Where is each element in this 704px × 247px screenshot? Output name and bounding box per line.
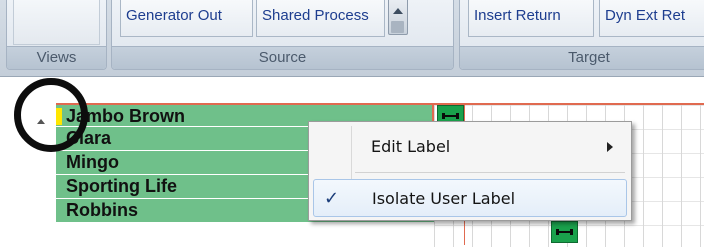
scroll-up-icon[interactable] [393,8,403,14]
target-group: Insert Return Dyn Ext Ret Target [459,0,704,70]
context-menu: Edit Label ✓ Isolate User Label [308,121,632,221]
connector-icon [556,229,573,235]
menu-item-label: Edit Label [371,137,451,156]
clip-block[interactable] [551,221,578,243]
source-group: Generator Out Shared Process Source [111,0,454,70]
menu-item-edit-label[interactable]: Edit Label [313,128,627,166]
ribbon-toolbar: Views Generator Out Shared Process Sourc… [0,0,704,77]
views-group-label: Views [7,46,106,69]
views-group: Views [6,0,107,70]
submenu-arrow-icon [607,142,613,152]
ribbon-gallery-scroll[interactable] [388,0,408,35]
checkmark-icon: ✓ [324,188,340,209]
menu-item-label: Isolate User Label [372,189,516,208]
scroll-thumb[interactable] [391,21,404,33]
menu-separator [355,172,625,173]
track-label: Robbins [66,200,138,220]
views-button-area[interactable] [13,0,100,45]
target-group-label: Target [460,46,704,69]
highlight-circle [14,78,88,152]
track-label: Mingo [66,152,119,172]
menu-item-isolate-user-label[interactable]: ✓ Isolate User Label [313,179,627,217]
insert-return-button[interactable]: Insert Return [468,0,594,37]
connector-icon [442,113,459,119]
track-label: Sporting Life [66,176,177,196]
source-group-label: Source [112,46,453,69]
shared-process-button[interactable]: Shared Process [256,0,385,37]
generator-out-button[interactable]: Generator Out [120,0,253,37]
dyn-ext-ret-button[interactable]: Dyn Ext Ret [599,0,704,37]
